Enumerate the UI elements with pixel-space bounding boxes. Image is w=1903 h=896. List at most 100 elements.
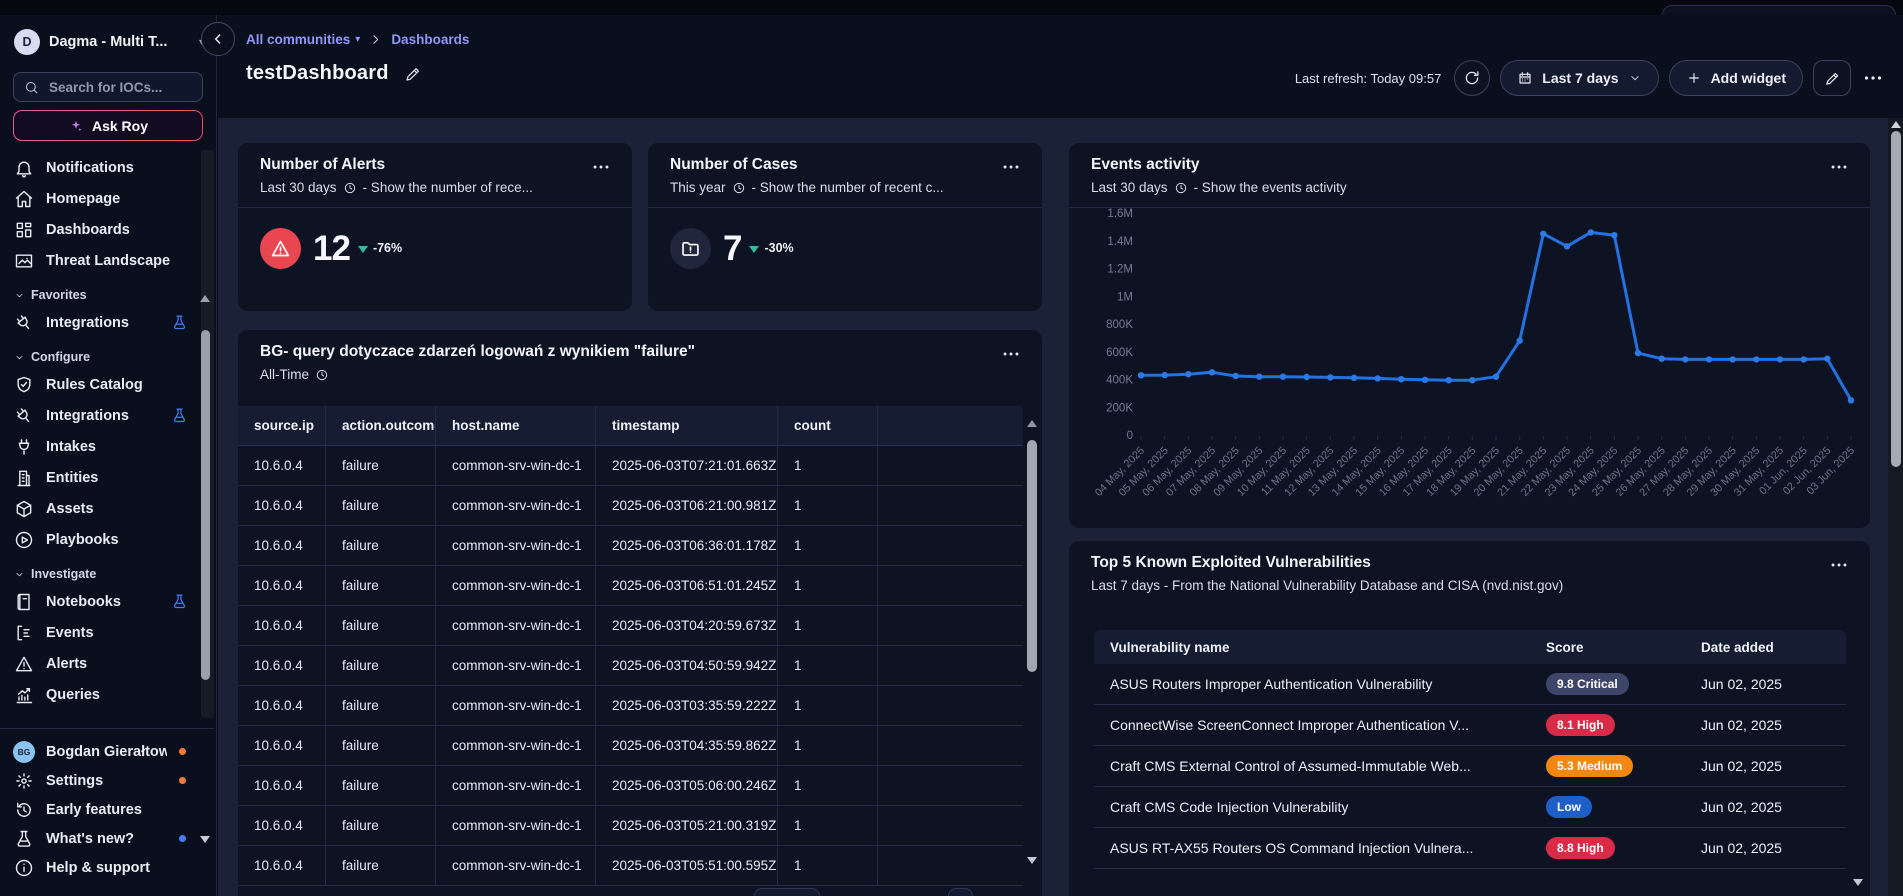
cases-delta: -30% bbox=[764, 241, 793, 255]
sidebar-item-playbooks[interactable]: Playbooks bbox=[0, 524, 216, 555]
breadcrumb-all-communities[interactable]: All communities bbox=[246, 32, 350, 47]
table-cell: 2025-06-03T06:36:01.178Z bbox=[596, 526, 778, 565]
section-configure[interactable]: Configure bbox=[0, 345, 216, 369]
table-pagination-control[interactable] bbox=[754, 888, 820, 896]
table-row: 10.6.0.4failurecommon-srv-win-dc-12025-0… bbox=[238, 526, 1023, 566]
sidebar-scrollbar-thumb[interactable] bbox=[201, 330, 210, 680]
sidebar-item-alerts[interactable]: Alerts bbox=[0, 648, 216, 679]
table-cell: 1 bbox=[778, 486, 878, 525]
severity-badge: Low bbox=[1546, 796, 1592, 818]
widget-number-of-cases: Number of Cases This year - Show the num… bbox=[648, 143, 1042, 311]
widget-subtitle: All-Time bbox=[260, 367, 1020, 382]
sidebar-item-events[interactable]: Events bbox=[0, 617, 216, 648]
table-cell: failure bbox=[326, 726, 436, 765]
chevron-down-icon bbox=[14, 569, 25, 580]
sidebar-item-settings[interactable]: Settings bbox=[0, 766, 214, 795]
table-row: 10.6.0.4failurecommon-srv-win-dc-12025-0… bbox=[238, 766, 1023, 806]
sidebar-item-intakes[interactable]: Intakes bbox=[0, 431, 216, 462]
sidebar-item-rules-catalog[interactable]: Rules Catalog bbox=[0, 369, 216, 400]
sidebar-item-what-s-new[interactable]: What's new? bbox=[0, 824, 214, 853]
table-pagination-control[interactable] bbox=[948, 888, 973, 896]
user-avatar: BG bbox=[13, 741, 35, 763]
section-favorites[interactable]: Favorites bbox=[0, 283, 216, 307]
sidebar-collapse-button[interactable] bbox=[201, 22, 235, 56]
table-cell-spacer bbox=[878, 846, 1023, 885]
widget-menu-button[interactable] bbox=[1000, 343, 1022, 365]
scroll-up-icon[interactable] bbox=[1891, 121, 1901, 128]
chevron-down-icon[interactable]: ▾ bbox=[355, 34, 360, 45]
table-row[interactable]: Craft CMS External Control of Assumed-Im… bbox=[1094, 746, 1846, 787]
sidebar-item-early-features[interactable]: Early features bbox=[0, 795, 214, 824]
scroll-down-icon[interactable] bbox=[1853, 879, 1863, 886]
sidebar-item-label: Entities bbox=[46, 470, 202, 486]
widget-menu-button[interactable] bbox=[1000, 156, 1022, 178]
grid-icon bbox=[14, 220, 34, 240]
table-cell: common-srv-win-dc-1 bbox=[436, 846, 596, 885]
chevron-down-icon bbox=[1628, 71, 1642, 85]
table-row[interactable]: ASUS Routers Improper Authentication Vul… bbox=[1094, 664, 1846, 705]
edit-title-pencil-icon[interactable] bbox=[404, 65, 422, 83]
vulnerability-name: Craft CMS External Control of Assumed-Im… bbox=[1094, 758, 1546, 774]
flask-icon[interactable] bbox=[171, 314, 188, 331]
svg-text:400K: 400K bbox=[1106, 375, 1133, 387]
table-row[interactable]: ConnectWise ScreenConnect Improper Authe… bbox=[1094, 705, 1846, 746]
table-row[interactable]: ASUS RT-AX55 Routers OS Command Injectio… bbox=[1094, 828, 1846, 869]
clock-icon bbox=[315, 368, 329, 382]
chevron-down-icon bbox=[14, 352, 25, 363]
page-scrollbar-thumb[interactable] bbox=[1891, 131, 1901, 467]
widget-menu-button[interactable] bbox=[590, 156, 612, 178]
table-row[interactable]: Craft CMS Code Injection VulnerabilityLo… bbox=[1094, 787, 1846, 828]
table-cell: 10.6.0.4 bbox=[238, 606, 326, 645]
section-investigate[interactable]: Investigate bbox=[0, 562, 216, 586]
flask-icon[interactable] bbox=[171, 407, 188, 424]
sidebar-item-queries[interactable]: Queries bbox=[0, 679, 216, 710]
sidebar-item-notebooks[interactable]: Notebooks bbox=[0, 586, 216, 617]
sidebar-scrollbar[interactable] bbox=[201, 150, 214, 718]
case-folder-icon bbox=[670, 228, 711, 269]
search-input[interactable] bbox=[47, 79, 192, 96]
ask-roy-button[interactable]: Ask Roy bbox=[13, 110, 203, 141]
table-cell: 2025-06-03T06:21:00.981Z bbox=[596, 486, 778, 525]
page-scrollbar[interactable] bbox=[1888, 118, 1903, 896]
time-range-dropdown[interactable]: Last 7 days bbox=[1500, 60, 1658, 96]
edit-dashboard-button[interactable] bbox=[1813, 60, 1851, 96]
time-range-label: Last 7 days bbox=[1542, 70, 1618, 86]
table-cell-spacer bbox=[878, 686, 1023, 725]
flask-icon[interactable] bbox=[171, 593, 188, 610]
table-cell: 1 bbox=[778, 686, 878, 725]
dashboard-menu-button[interactable] bbox=[1861, 66, 1885, 90]
scroll-down-icon[interactable] bbox=[1027, 857, 1037, 864]
workspace-switcher[interactable]: D Dagma - Multi T... ▾ bbox=[0, 15, 216, 55]
widget-menu-button[interactable] bbox=[1828, 554, 1850, 576]
widget-title: Number of Alerts bbox=[260, 156, 610, 174]
sidebar-item-homepage[interactable]: Homepage bbox=[0, 183, 216, 214]
score-cell: 5.3 Medium bbox=[1546, 755, 1701, 777]
svg-text:1M: 1M bbox=[1117, 291, 1133, 303]
scroll-down-icon[interactable] bbox=[200, 836, 210, 843]
sidebar-item-integrations[interactable]: Integrations bbox=[0, 400, 216, 431]
list-icon bbox=[14, 623, 34, 643]
sidebar-item-help-support[interactable]: Help & support bbox=[0, 853, 214, 882]
sidebar-item-integrations[interactable]: Integrations bbox=[0, 307, 216, 338]
scroll-up-icon[interactable] bbox=[200, 295, 210, 302]
table-cell: 2025-06-03T05:06:00.246Z bbox=[596, 766, 778, 805]
refresh-button[interactable] bbox=[1454, 60, 1490, 96]
sidebar-item-bogdan-giera-towicz[interactable]: BGBogdan Gierałtowicz bbox=[0, 737, 214, 766]
table-cell: 1 bbox=[778, 446, 878, 485]
table-cell: 1 bbox=[778, 566, 878, 605]
ioc-search[interactable] bbox=[13, 72, 203, 102]
sidebar-item-threat-landscape[interactable]: Threat Landscape bbox=[0, 245, 216, 276]
breadcrumb-dashboards[interactable]: Dashboards bbox=[391, 32, 469, 47]
table-cell: failure bbox=[326, 606, 436, 645]
scroll-up-icon[interactable] bbox=[1027, 420, 1037, 427]
sidebar-item-entities[interactable]: Entities bbox=[0, 462, 216, 493]
sidebar-item-assets[interactable]: Assets bbox=[0, 493, 216, 524]
sidebar-item-notifications[interactable]: Notifications bbox=[0, 152, 216, 183]
add-widget-button[interactable]: Add widget bbox=[1669, 60, 1803, 96]
chart-line-icon bbox=[14, 685, 34, 705]
table-cell-spacer bbox=[878, 606, 1023, 645]
table-scrollbar-thumb[interactable] bbox=[1027, 440, 1037, 672]
clock-icon bbox=[343, 181, 357, 195]
sidebar-item-dashboards[interactable]: Dashboards bbox=[0, 214, 216, 245]
alert-triangle-icon bbox=[260, 228, 301, 269]
